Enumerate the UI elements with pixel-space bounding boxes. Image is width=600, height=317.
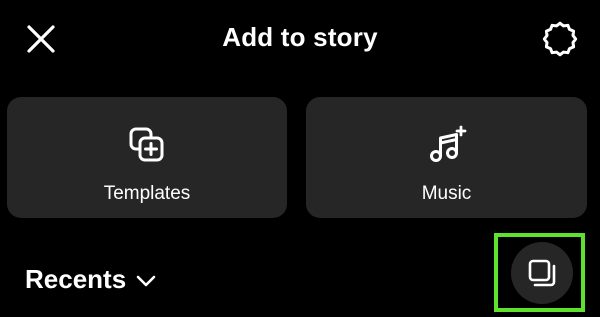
templates-icon-wrap [127,125,167,165]
top-bar: Add to story [0,0,600,78]
page-title: Add to story [222,22,378,52]
settings-button[interactable] [539,18,581,60]
settings-gear-icon [542,21,578,57]
music-label: Music [421,183,472,204]
music-icon-wrap [427,125,467,165]
music-button[interactable]: Music [306,97,587,218]
recents-dropdown[interactable]: Recents [25,264,156,295]
multi-select-icon [528,259,556,287]
templates-button[interactable]: Templates [7,97,287,218]
recents-label: Recents [25,264,127,294]
templates-icon [129,127,164,162]
templates-label: Templates [103,183,191,204]
chevron-down-icon [136,274,156,288]
music-add-icon [429,125,466,162]
multi-select-button[interactable] [511,242,573,304]
